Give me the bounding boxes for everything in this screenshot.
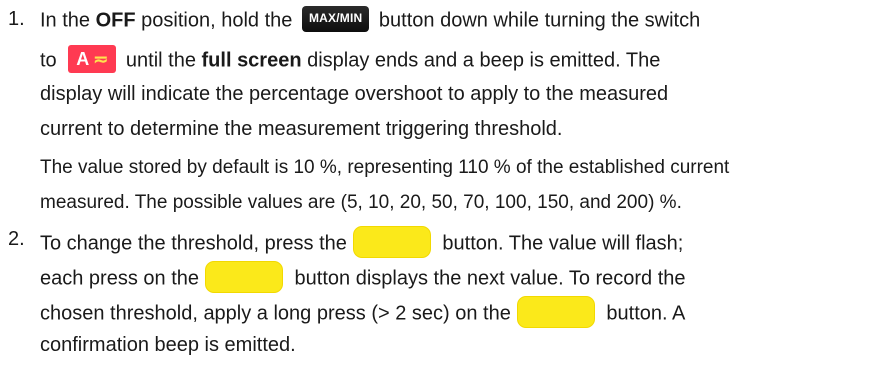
ac-amp-switch-icon: A ≂ [68, 45, 117, 73]
item-2-line-4: confirmation beep is emitted. [40, 334, 296, 356]
item-1-line-6: measured. The possible values are (5, 10… [40, 192, 682, 213]
item-number: 2. [8, 228, 25, 250]
off-label: OFF [95, 9, 136, 32]
document-page: 1. In the OFF position, hold the MAX/MIN… [0, 0, 876, 382]
yellow-button-icon [352, 226, 431, 258]
item-1-line-5: The value stored by default is 10 %, rep… [40, 157, 730, 178]
yellow-button-icon [516, 296, 595, 328]
item-number: 1. [8, 8, 25, 30]
ac-wave-icon: ≂ [93, 49, 109, 69]
item-2-line-2: each press on the button displays the ne… [40, 261, 686, 295]
item-1-line-2: to A ≂ until the full screen display ends… [40, 45, 660, 75]
item-2-line-1: To change the threshold, press the butto… [40, 226, 683, 260]
item-2-line-3: chosen threshold, apply a long press (> … [40, 296, 685, 330]
item-1-line-3: display will indicate the percentage ove… [40, 83, 669, 105]
full-screen-label: full screen [201, 49, 302, 72]
item-1-line-4: current to determine the measurement tri… [40, 118, 563, 140]
yellow-button-icon [205, 261, 283, 293]
item-1-line-1: In the OFF position, hold the MAX/MIN bu… [40, 6, 700, 34]
max-min-button-icon: MAX/MIN [301, 6, 370, 32]
